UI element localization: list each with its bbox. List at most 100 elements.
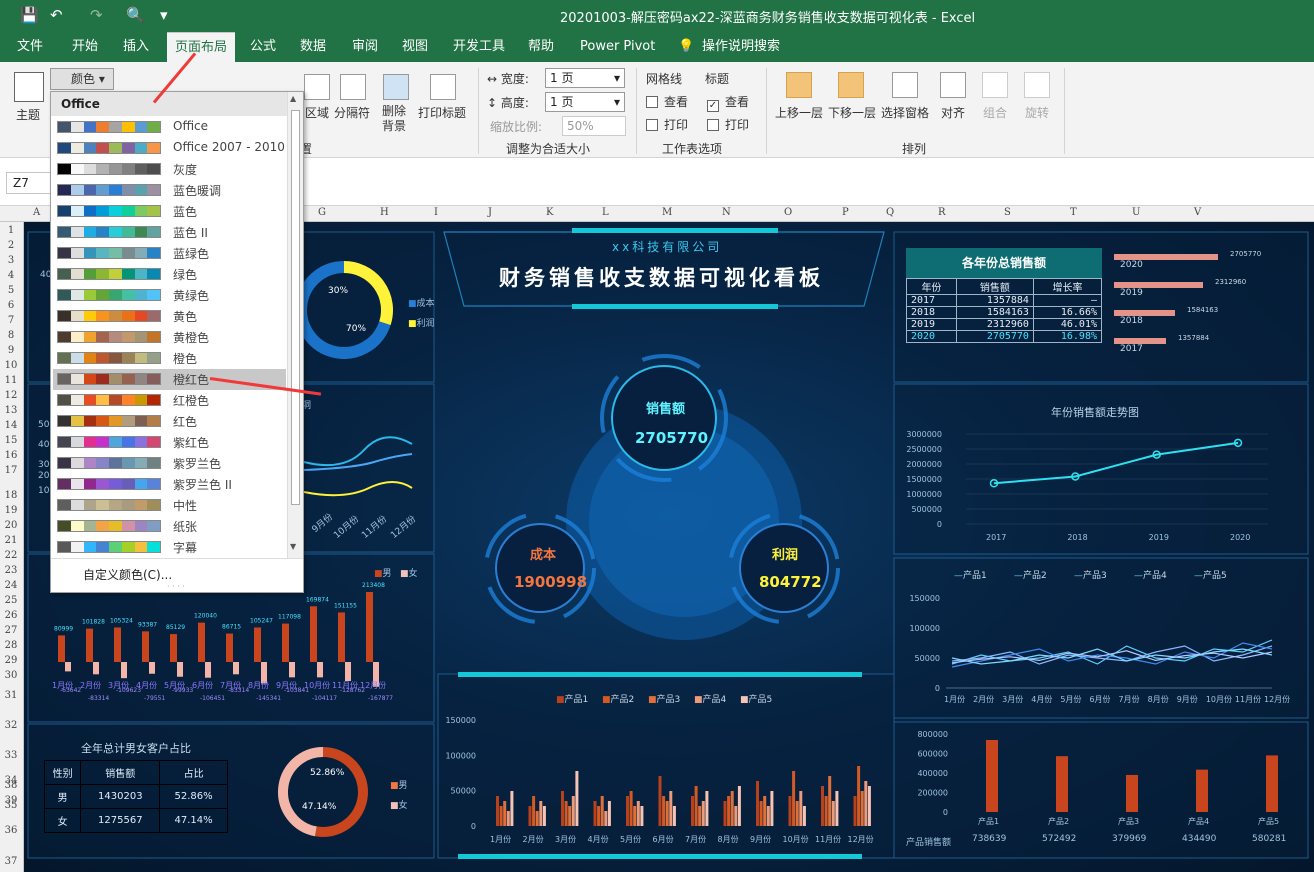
tab-formulas[interactable]: 公式 [250, 32, 276, 62]
color-scheme-item[interactable]: Office 2007 - 2010 [53, 138, 286, 159]
align-button[interactable]: 对齐 [941, 104, 965, 121]
column-header[interactable]: R [938, 207, 946, 218]
row-header[interactable]: 6 [0, 300, 22, 311]
row-header[interactable]: 16 [0, 450, 22, 461]
print-area-button[interactable]: 区域 [305, 104, 329, 121]
tab-view[interactable]: 视图 [402, 32, 428, 62]
color-scheme-item[interactable]: 中性 [53, 495, 286, 516]
row-header[interactable]: 39 [0, 795, 22, 806]
tab-page-layout[interactable]: 页面布局 [167, 32, 236, 62]
height-select[interactable]: 1 页 ▾ [545, 92, 625, 112]
themes-icon[interactable] [14, 72, 44, 102]
print-area-icon[interactable] [304, 74, 330, 100]
width-select[interactable]: 1 页 ▾ [545, 68, 625, 88]
breaks-button[interactable]: 分隔符 [334, 104, 370, 121]
colors-button[interactable]: 颜色 ▾ [50, 68, 114, 90]
delete-background-button[interactable]: 删除背景 [382, 104, 412, 134]
bring-forward-icon[interactable] [786, 72, 812, 98]
row-header[interactable]: 17 [0, 465, 22, 476]
color-scheme-item[interactable]: 字幕 [53, 537, 286, 558]
color-scheme-item[interactable]: 纸张 [53, 516, 286, 537]
undo-icon[interactable]: ↶ [50, 6, 63, 24]
tab-power-pivot[interactable]: Power Pivot [580, 32, 655, 62]
selection-pane-icon[interactable] [892, 72, 918, 98]
column-header[interactable]: I [434, 207, 438, 218]
column-header[interactable]: T [1070, 207, 1077, 218]
row-header[interactable]: 7 [0, 315, 22, 326]
row-header[interactable]: 31 [0, 690, 22, 701]
row-header[interactable]: 29 [0, 655, 22, 666]
color-scheme-item[interactable]: 紫红色 [53, 432, 286, 453]
group-button[interactable]: 组合 [983, 104, 1007, 121]
row-header[interactable]: 1 [0, 225, 22, 236]
row-header[interactable]: 14 [0, 420, 22, 431]
save-icon[interactable]: 💾 [20, 6, 39, 24]
tab-developer[interactable]: 开发工具 [453, 32, 505, 62]
rotate-button[interactable]: 旋转 [1025, 104, 1049, 121]
color-scheme-item[interactable]: 灰度 [53, 159, 286, 180]
background-icon[interactable] [383, 74, 409, 100]
headings-print-checkbox[interactable]: 打印 [707, 116, 749, 133]
print-titles-icon[interactable] [430, 74, 456, 100]
color-scheme-item[interactable]: Office [53, 117, 286, 138]
row-header[interactable]: 2 [0, 240, 22, 251]
row-header[interactable]: 25 [0, 595, 22, 606]
scrollbar-thumb[interactable] [291, 110, 300, 505]
column-header[interactable]: L [602, 207, 609, 218]
send-backward-icon[interactable] [838, 72, 864, 98]
row-header[interactable]: 18 [0, 490, 22, 501]
redo-icon[interactable]: ↷ [90, 6, 103, 24]
color-scheme-item[interactable]: 橙色 [53, 348, 286, 369]
row-header[interactable]: 37 [0, 856, 22, 867]
tab-review[interactable]: 审阅 [352, 32, 378, 62]
row-header[interactable]: 28 [0, 640, 22, 651]
column-header[interactable]: S [1004, 207, 1011, 218]
row-header[interactable]: 32 [0, 720, 22, 731]
column-header[interactable]: H [380, 207, 389, 218]
column-header[interactable]: M [662, 207, 672, 218]
row-header[interactable]: 36 [0, 825, 22, 836]
resize-grip[interactable]: · · · · [167, 582, 185, 591]
breaks-icon[interactable] [340, 74, 366, 100]
column-header[interactable]: A [33, 207, 40, 218]
gridlines-print-checkbox[interactable]: 打印 [646, 116, 688, 133]
headings-view-checkbox[interactable]: ✓ 查看 [707, 93, 749, 112]
row-header[interactable]: 33 [0, 750, 22, 761]
color-scheme-item[interactable]: 蓝色 [53, 201, 286, 222]
column-header[interactable]: U [1132, 207, 1140, 218]
group-icon[interactable] [982, 72, 1008, 98]
row-header[interactable]: 9 [0, 345, 22, 356]
row-header[interactable]: 38 [0, 780, 22, 791]
send-backward-button[interactable]: 下移一层 [828, 104, 876, 121]
row-header[interactable]: 27 [0, 625, 22, 636]
themes-button[interactable]: 主题 [16, 106, 40, 123]
tab-home[interactable]: 开始 [72, 32, 98, 62]
row-header[interactable]: 22 [0, 550, 22, 561]
row-header[interactable]: 4 [0, 270, 22, 281]
row-header[interactable]: 15 [0, 435, 22, 446]
rotate-icon[interactable] [1024, 72, 1050, 98]
print-titles-button[interactable]: 打印标题 [418, 104, 466, 121]
color-scheme-item[interactable]: 紫罗兰色 [53, 453, 286, 474]
print-preview-icon[interactable]: 🔍 [126, 6, 145, 24]
row-header[interactable]: 26 [0, 610, 22, 621]
row-header[interactable]: 19 [0, 505, 22, 516]
tab-help[interactable]: 帮助 [528, 32, 554, 62]
row-header[interactable]: 13 [0, 405, 22, 416]
row-header[interactable]: 20 [0, 520, 22, 531]
gridlines-view-checkbox[interactable]: 查看 [646, 93, 688, 110]
bring-forward-button[interactable]: 上移一层 [775, 104, 823, 121]
row-header[interactable]: 21 [0, 535, 22, 546]
tab-insert[interactable]: 插入 [123, 32, 149, 62]
color-scheme-item[interactable]: 黄绿色 [53, 285, 286, 306]
color-scheme-item[interactable]: 紫罗兰色 II [53, 474, 286, 495]
gallery-scrollbar[interactable]: ▲ ▼ [287, 92, 303, 558]
column-header[interactable]: J [488, 207, 492, 218]
row-header[interactable]: 12 [0, 390, 22, 401]
align-icon[interactable] [940, 72, 966, 98]
row-header[interactable]: 5 [0, 285, 22, 296]
color-scheme-item[interactable]: 黄橙色 [53, 327, 286, 348]
color-scheme-item[interactable]: 蓝色暖调 [53, 180, 286, 201]
row-header[interactable]: 30 [0, 670, 22, 681]
color-scheme-item[interactable]: 红色 [53, 411, 286, 432]
